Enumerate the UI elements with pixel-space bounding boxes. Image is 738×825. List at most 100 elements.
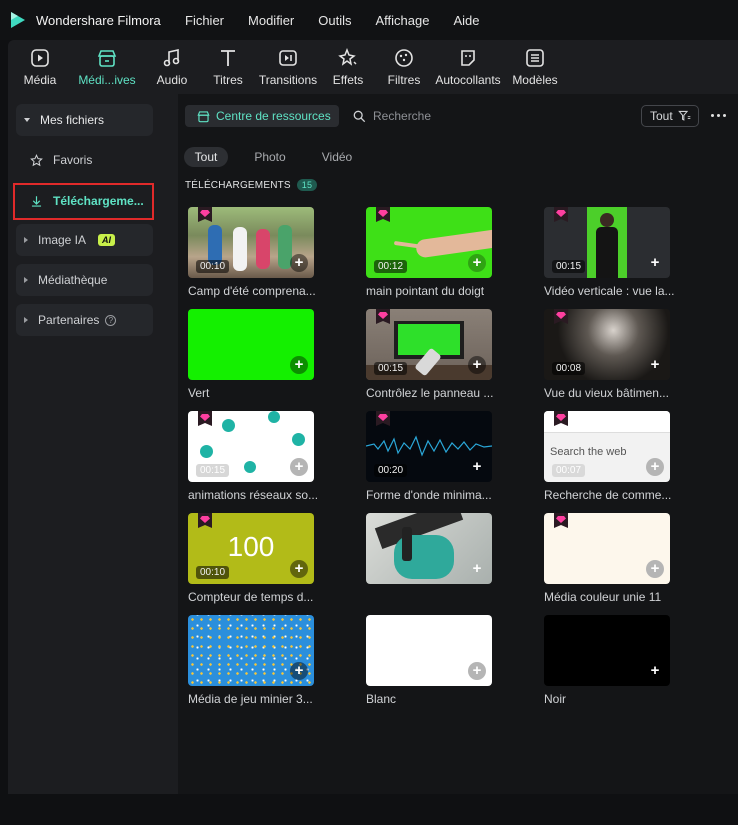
menu-modifier[interactable]: Modifier: [248, 13, 294, 28]
premium-icon: [554, 207, 568, 222]
menu-outils[interactable]: Outils: [318, 13, 351, 28]
add-icon[interactable]: +: [646, 662, 664, 680]
sidebar-item-partenaires[interactable]: Partenaires ?: [16, 304, 153, 336]
tool-audio[interactable]: Audio: [152, 40, 192, 94]
add-icon[interactable]: +: [646, 560, 664, 578]
add-icon[interactable]: +: [468, 662, 486, 680]
count-badge: 15: [296, 179, 318, 191]
bottom-strip: [0, 794, 738, 825]
thumbnail: 00:08 +: [544, 309, 670, 380]
thumbnail: +: [366, 513, 492, 584]
premium-icon: [198, 513, 212, 528]
add-icon[interactable]: +: [468, 254, 486, 272]
menu-fichier[interactable]: Fichier: [185, 13, 224, 28]
premium-icon: [554, 309, 568, 324]
premium-icon: [554, 513, 568, 528]
add-icon[interactable]: +: [290, 356, 308, 374]
media-card[interactable]: + Noir: [544, 615, 670, 706]
media-card[interactable]: +: [366, 513, 492, 590]
sidebar-item-mediatheque[interactable]: Médiathèque: [16, 264, 153, 296]
add-icon[interactable]: +: [468, 560, 486, 578]
media-toolbar: Média Médi...ives Audio Titres Transitio…: [8, 40, 738, 94]
media-card[interactable]: + Média couleur unie 11: [544, 513, 670, 604]
add-icon[interactable]: +: [290, 458, 308, 476]
tool-stickers[interactable]: Autocollants: [432, 40, 504, 94]
search-input[interactable]: Recherche: [353, 109, 431, 123]
sidebar-item-favoris[interactable]: Favoris: [16, 144, 153, 176]
store-icon: [197, 110, 210, 122]
tool-media[interactable]: Média: [20, 40, 60, 94]
premium-icon: [376, 309, 390, 324]
filter-icon: [395, 49, 413, 67]
thumbnail: 00:15 +: [188, 411, 314, 482]
tab-photo[interactable]: Photo: [254, 147, 286, 167]
add-icon[interactable]: +: [290, 254, 308, 272]
tool-stock-media[interactable]: Médi...ives: [74, 40, 140, 94]
media-card[interactable]: 00:12 + main pointant du doigt: [366, 207, 492, 298]
caret-right-icon: [24, 237, 28, 243]
transition-icon: [279, 50, 297, 66]
music-icon: [163, 49, 180, 67]
add-icon[interactable]: +: [290, 662, 308, 680]
premium-icon: [376, 411, 390, 426]
add-icon[interactable]: +: [468, 458, 486, 476]
media-card[interactable]: 00:08 + Vue du vieux bâtimen...: [544, 309, 670, 400]
thumbnail: +: [366, 615, 492, 686]
add-icon[interactable]: +: [646, 254, 664, 272]
title-bar: Wondershare Filmora Fichier Modifier Out…: [0, 0, 738, 40]
thumbnail: 00:20 +: [366, 411, 492, 482]
thumbnail: +: [188, 615, 314, 686]
premium-icon: [198, 411, 212, 426]
sidebar-item-mes-fichiers[interactable]: Mes fichiers: [16, 104, 153, 136]
thumbnail: 00:12 +: [366, 207, 492, 278]
media-card[interactable]: 00:15 + Contrôlez le panneau ...: [366, 309, 493, 400]
section-title: TÉLÉCHARGEMENTS 15: [185, 179, 318, 191]
media-card[interactable]: 100 00:10 + Compteur de temps d...: [188, 513, 314, 604]
sticker-icon: [461, 50, 475, 66]
more-options-icon[interactable]: [711, 114, 726, 117]
template-icon: [526, 49, 544, 67]
filmora-logo-icon: [11, 12, 25, 28]
thumbnail: Search the web 00:07 +: [544, 411, 670, 482]
add-icon[interactable]: +: [646, 458, 664, 476]
add-icon[interactable]: +: [290, 560, 308, 578]
media-card[interactable]: + Média de jeu minier 3...: [188, 615, 314, 706]
menu-affichage[interactable]: Affichage: [376, 13, 430, 28]
caret-right-icon: [24, 317, 28, 323]
store-icon: [97, 50, 117, 67]
premium-icon: [198, 207, 212, 222]
menu-aide[interactable]: Aide: [453, 13, 479, 28]
help-icon[interactable]: ?: [105, 314, 117, 326]
media-card[interactable]: + Blanc: [366, 615, 492, 706]
sidebar-item-image-ia[interactable]: Image IA AI: [16, 224, 153, 256]
search-icon: [353, 110, 366, 122]
tool-filters[interactable]: Filtres: [384, 40, 424, 94]
media-card[interactable]: + Vert: [188, 309, 314, 400]
media-card[interactable]: 00:15 + Vidéo verticale : vue la...: [544, 207, 674, 298]
tab-video[interactable]: Vidéo: [321, 147, 353, 167]
filter-dropdown[interactable]: Tout: [641, 105, 699, 127]
thumbnail: +: [544, 615, 670, 686]
tool-effects[interactable]: Effets: [328, 40, 368, 94]
menu-bar: Fichier Modifier Outils Affichage Aide: [185, 13, 504, 28]
tool-titles[interactable]: Titres: [208, 40, 248, 94]
tab-tout[interactable]: Tout: [184, 147, 228, 167]
media-card[interactable]: 00:10 + Camp d'été comprena...: [188, 207, 316, 298]
sidebar: Mes fichiers Favoris Téléchargeme... Ima…: [8, 94, 178, 794]
media-card[interactable]: 00:15 + animations réseaux so...: [188, 411, 318, 502]
star-icon: [30, 153, 43, 166]
resource-center-button[interactable]: Centre de ressources: [185, 105, 339, 127]
thumbnail: 00:15 +: [366, 309, 492, 380]
thumbnail: 00:10 +: [188, 207, 314, 278]
add-icon[interactable]: +: [468, 356, 486, 374]
tool-templates[interactable]: Modèles: [511, 40, 559, 94]
app-title: Wondershare Filmora: [36, 13, 161, 28]
caret-down-icon: [24, 118, 30, 122]
main-panel: Centre de ressources Recherche Tout Tout…: [178, 94, 738, 794]
effects-icon: [338, 48, 357, 66]
thumbnail: 00:15 +: [544, 207, 670, 278]
tool-transitions[interactable]: Transitions: [258, 40, 318, 94]
media-card[interactable]: 00:20 + Forme d'onde minima...: [366, 411, 492, 502]
add-icon[interactable]: +: [646, 356, 664, 374]
media-card[interactable]: Search the web 00:07 + Recherche de comm…: [544, 411, 671, 502]
